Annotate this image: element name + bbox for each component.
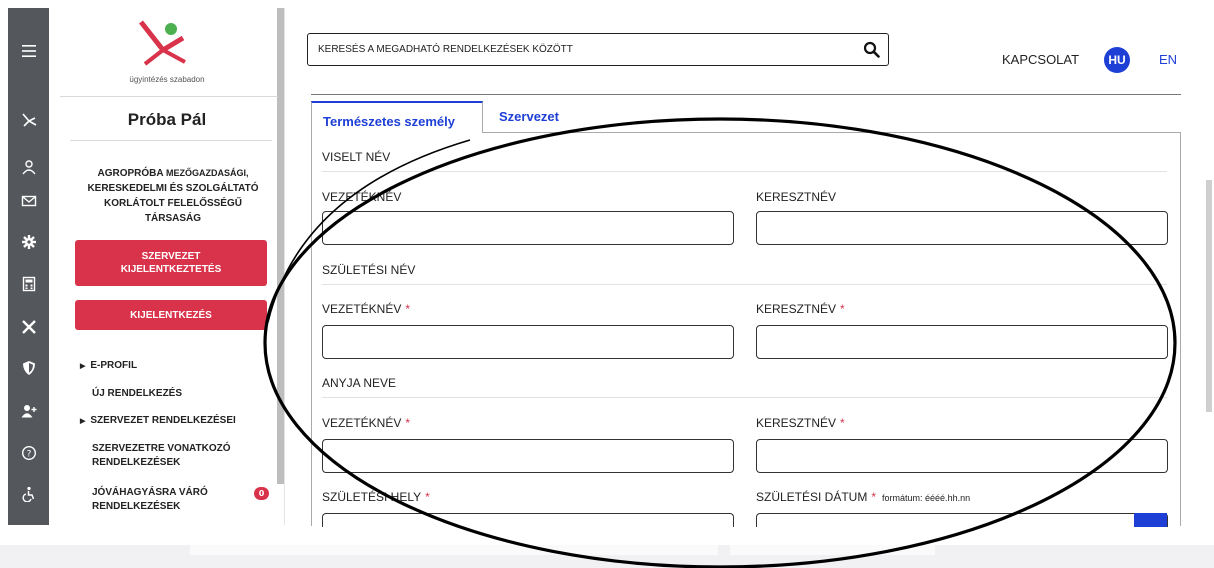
accessibility-icon[interactable]: [8, 483, 49, 505]
field-label-szuletesi-vezeteknev: VEZETÉKNÉV *: [322, 302, 410, 316]
sidebar-item-new-order[interactable]: ÚJ RENDELKEZÉS: [92, 387, 182, 401]
tools-icon[interactable]: [8, 316, 49, 338]
org-name-part: AGROPRÓBA: [97, 168, 164, 179]
sidebar-item-related-orders[interactable]: SZERVEZETRE VONATKOZÓ RENDELKEZÉSEK: [92, 442, 231, 470]
logo-mark-icon: [139, 20, 186, 66]
header-divider: [311, 94, 1181, 95]
menu-icon[interactable]: [8, 40, 49, 62]
sidebar-item-label: E-PROFIL: [90, 360, 138, 371]
required-mark: *: [871, 490, 877, 504]
field-label-szuletesi-datum: SZÜLETÉSI DÁTUM * formátum: éééé.hh.nn: [756, 490, 970, 504]
organization-name: AGROPRÓBA MEZŐGAZDASÁGI, KERESKEDELMI ÉS…: [82, 166, 264, 226]
field-label-viselt-keresztnev: KERESZTNÉV: [756, 190, 837, 204]
icon-rail: ?: [8, 8, 49, 525]
organization-logout-button[interactable]: SZERVEZET KIJELENTKEZTETÉS: [75, 240, 267, 286]
divider: [60, 96, 278, 97]
org-name-part: KERESKEDELMI ÉS SZOLGÁLTATÓ: [87, 183, 259, 194]
bottom-strip: [0, 545, 1214, 568]
logout-button[interactable]: KIJELENTKEZÉS: [75, 300, 267, 330]
sidebar-item-label: RENDELKEZÉSEK: [92, 501, 181, 512]
main-scrollbar[interactable]: [1206, 180, 1212, 412]
label-text: VEZETÉKNÉV: [322, 302, 402, 316]
add-user-icon[interactable]: [8, 400, 49, 422]
bottom-strip-segment: [730, 545, 935, 555]
sidebar-item-org-orders[interactable]: ▶ SZERVEZET RENDELKEZÉSEI: [80, 414, 236, 429]
divider: [70, 140, 272, 141]
gear-icon[interactable]: [8, 231, 49, 253]
label-text: VEZETÉKNÉV: [322, 416, 402, 430]
mail-icon[interactable]: [8, 190, 49, 212]
help-icon[interactable]: ?: [8, 442, 49, 464]
org-name-part: KORLÁTOLT FELELŐSSÉGŰ: [104, 198, 242, 209]
button-label: KIJELENTKEZTETÉS: [120, 264, 222, 275]
user-name: Próba Pál: [127, 110, 207, 129]
viselt-keresztnev-field[interactable]: [756, 211, 1168, 245]
sidebar-item-label: RENDELKEZÉSEK: [92, 457, 181, 468]
language-en-button[interactable]: EN: [1159, 52, 1177, 67]
date-format-hint: formátum: éééé.hh.nn: [882, 493, 971, 503]
tab-organization[interactable]: Szervezet: [499, 101, 559, 133]
org-name-part: MEZŐGAZDASÁGI,: [166, 168, 249, 178]
anyja-vezeteknev-field[interactable]: [322, 439, 734, 473]
divider: [322, 397, 1167, 398]
label-text: SZÜLETÉSI DÁTUM: [756, 490, 868, 504]
brand-icon[interactable]: [8, 109, 49, 131]
button-label: SZERVEZET: [141, 251, 201, 262]
calculator-icon[interactable]: [8, 273, 49, 295]
szuletesi-vezeteknev-field[interactable]: [322, 325, 734, 359]
triangle-right-icon: ▶: [80, 363, 86, 370]
szuletesi-datum-field[interactable]: [756, 513, 1168, 527]
org-name-part: TÁRSASÁG: [144, 213, 202, 224]
field-label-anyja-keresztnev: KERESZTNÉV *: [756, 416, 845, 430]
sidebar-item-pending-approval[interactable]: JÓVÁHAGYÁSRA VÁRÓ RENDELKEZÉSEK: [92, 486, 208, 514]
sidebar-item-label: JÓVÁHAGYÁSRA VÁRÓ: [92, 487, 208, 498]
viselt-vezeteknev-field[interactable]: [322, 211, 734, 245]
bottom-strip-segment: [190, 545, 718, 555]
szuletesi-keresztnev-field[interactable]: [756, 325, 1168, 359]
label-text: KERESZTNÉV: [756, 416, 837, 430]
field-label-szuletesi-hely: SZÜLETÉSI HELY *: [322, 490, 430, 504]
tab-natural-person[interactable]: Természetes személy: [311, 101, 483, 133]
required-mark: *: [840, 416, 845, 430]
sidebar-item-label: SZERVEZETRE VONATKOZÓ: [92, 443, 231, 454]
szuletesi-hely-field[interactable]: [322, 513, 734, 527]
user-icon[interactable]: [8, 156, 49, 178]
svg-text:?: ?: [26, 450, 31, 460]
required-mark: *: [405, 302, 411, 316]
section-title-anyja-neve: ANYJA NEVE: [322, 376, 397, 390]
shield-icon[interactable]: [8, 357, 49, 379]
logo-tagline: ügyintézés szabadon: [129, 75, 205, 84]
required-mark: *: [425, 490, 430, 504]
sidebar-scrollbar[interactable]: [277, 8, 284, 484]
field-label-anyja-vezeteknev: VEZETÉKNÉV *: [322, 416, 410, 430]
section-title-szuletesi-nev: SZÜLETÉSI NÉV: [322, 263, 416, 277]
label-text: SZÜLETÉSI HELY: [322, 490, 422, 504]
search-input[interactable]: KERESÉS A MEGADHATÓ RENDELKEZÉSEK KÖZÖTT: [307, 33, 889, 66]
required-mark: *: [840, 302, 845, 316]
calendar-icon[interactable]: [1134, 513, 1167, 527]
divider: [322, 284, 1167, 285]
divider: [322, 171, 1167, 172]
contact-link[interactable]: KAPCSOLAT: [1002, 52, 1079, 67]
anyja-keresztnev-field[interactable]: [756, 439, 1168, 473]
count-badge: 0: [254, 487, 269, 500]
language-hu-button[interactable]: HU: [1104, 47, 1130, 73]
required-mark: *: [405, 416, 411, 430]
field-label-szuletesi-keresztnev: KERESZTNÉV *: [756, 302, 845, 316]
section-title-viselt-nev: VISELT NÉV: [322, 150, 391, 164]
search-icon[interactable]: [863, 41, 880, 58]
triangle-right-icon: ▶: [80, 418, 86, 425]
sidebar-item-label: SZERVEZET RENDELKEZÉSEI: [90, 415, 236, 426]
field-label-viselt-vezeteknev: VEZETÉKNÉV: [322, 190, 402, 204]
search-placeholder: KERESÉS A MEGADHATÓ RENDELKEZÉSEK KÖZÖTT: [318, 44, 573, 55]
sidebar-item-eprofil[interactable]: ▶ E-PROFIL: [80, 359, 137, 374]
label-text: KERESZTNÉV: [756, 302, 837, 316]
logo[interactable]: ügyintézés szabadon: [57, 8, 277, 94]
